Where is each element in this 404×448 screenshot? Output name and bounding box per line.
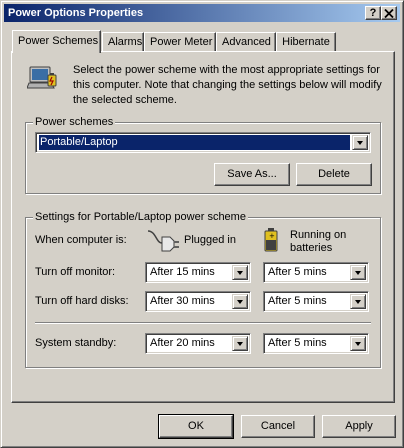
- settings-group-label: Settings for Portable/Laptop power schem…: [33, 211, 248, 224]
- help-icon: ?: [369, 7, 377, 19]
- when-computer-is-label: When computer is:: [35, 234, 127, 246]
- tab-hibernate[interactable]: Hibernate: [276, 32, 336, 51]
- dropdown-arrow-icon[interactable]: [232, 336, 248, 351]
- monitor-battery-select[interactable]: After 5 mins: [263, 262, 369, 283]
- tab-power-schemes[interactable]: Power Schemes: [12, 30, 101, 53]
- standby-battery-value: After 5 mins: [268, 337, 327, 349]
- hard-disks-plugged-value: After 30 mins: [150, 295, 215, 307]
- tab-label: Power Meter: [150, 36, 213, 48]
- power-options-window: Power Options Properties ? Power Schemes…: [0, 0, 404, 448]
- window-title: Power Options Properties: [8, 7, 144, 19]
- plugged-in-label: Plugged in: [184, 234, 236, 246]
- hard-disks-battery-select[interactable]: After 5 mins: [263, 291, 369, 312]
- apply-label: Apply: [345, 420, 373, 432]
- apply-button[interactable]: Apply: [322, 415, 396, 438]
- tab-label: Hibernate: [282, 36, 330, 48]
- intro-text: Select the power scheme with the most ap…: [73, 64, 382, 106]
- monitor-battery-value: After 5 mins: [268, 266, 327, 278]
- dropdown-arrow-icon[interactable]: [350, 336, 366, 351]
- dropdown-arrow-icon[interactable]: [232, 294, 248, 309]
- dropdown-arrow-icon[interactable]: [350, 294, 366, 309]
- delete-label: Delete: [318, 168, 350, 180]
- system-standby-label: System standby:: [35, 337, 117, 349]
- standby-battery-select[interactable]: After 5 mins: [263, 333, 369, 354]
- settings-separator: [35, 322, 371, 324]
- help-button[interactable]: ?: [365, 6, 381, 20]
- delete-button[interactable]: Delete: [296, 163, 372, 186]
- turn-off-hard-disks-label: Turn off hard disks:: [35, 295, 129, 307]
- running-on-batteries-label: Running on batteries: [290, 229, 347, 254]
- dropdown-arrow-icon[interactable]: [232, 265, 248, 280]
- tab-label: Alarms: [108, 36, 143, 48]
- tab-power-meter[interactable]: Power Meter: [144, 32, 216, 51]
- power-scheme-select[interactable]: Portable/Laptop: [35, 132, 371, 153]
- dropdown-arrow-icon[interactable]: [350, 265, 366, 280]
- monitor-plugged-select[interactable]: After 15 mins: [145, 262, 251, 283]
- close-icon: [384, 8, 394, 19]
- tab-label: Power Schemes: [18, 35, 99, 47]
- power-options-icon: [27, 66, 57, 89]
- tab-advanced[interactable]: Advanced: [216, 32, 276, 51]
- hard-disks-battery-value: After 5 mins: [268, 295, 327, 307]
- standby-plugged-value: After 20 mins: [150, 337, 215, 349]
- power-scheme-value: Portable/Laptop: [39, 135, 350, 150]
- save-as-button[interactable]: Save As...: [214, 163, 290, 186]
- svg-text:+: +: [269, 232, 275, 240]
- tab-alarms[interactable]: Alarms: [102, 32, 144, 51]
- hard-disks-plugged-select[interactable]: After 30 mins: [145, 291, 251, 312]
- battery-icon: +: [264, 228, 278, 252]
- power-schemes-group-label: Power schemes: [33, 116, 116, 129]
- ok-button[interactable]: OK: [158, 414, 234, 439]
- ok-label: OK: [188, 420, 204, 432]
- turn-off-monitor-label: Turn off monitor:: [35, 266, 116, 278]
- standby-plugged-select[interactable]: After 20 mins: [145, 333, 251, 354]
- tab-label: Advanced: [222, 36, 271, 48]
- save-as-label: Save As...: [227, 168, 277, 180]
- cancel-label: Cancel: [260, 420, 296, 432]
- dropdown-arrow-icon[interactable]: [352, 135, 368, 150]
- monitor-plugged-value: After 15 mins: [150, 266, 215, 278]
- title-bar[interactable]: Power Options Properties ?: [4, 4, 400, 22]
- close-button[interactable]: [381, 6, 397, 20]
- power-plug-icon: [147, 230, 179, 252]
- cancel-button[interactable]: Cancel: [241, 415, 315, 438]
